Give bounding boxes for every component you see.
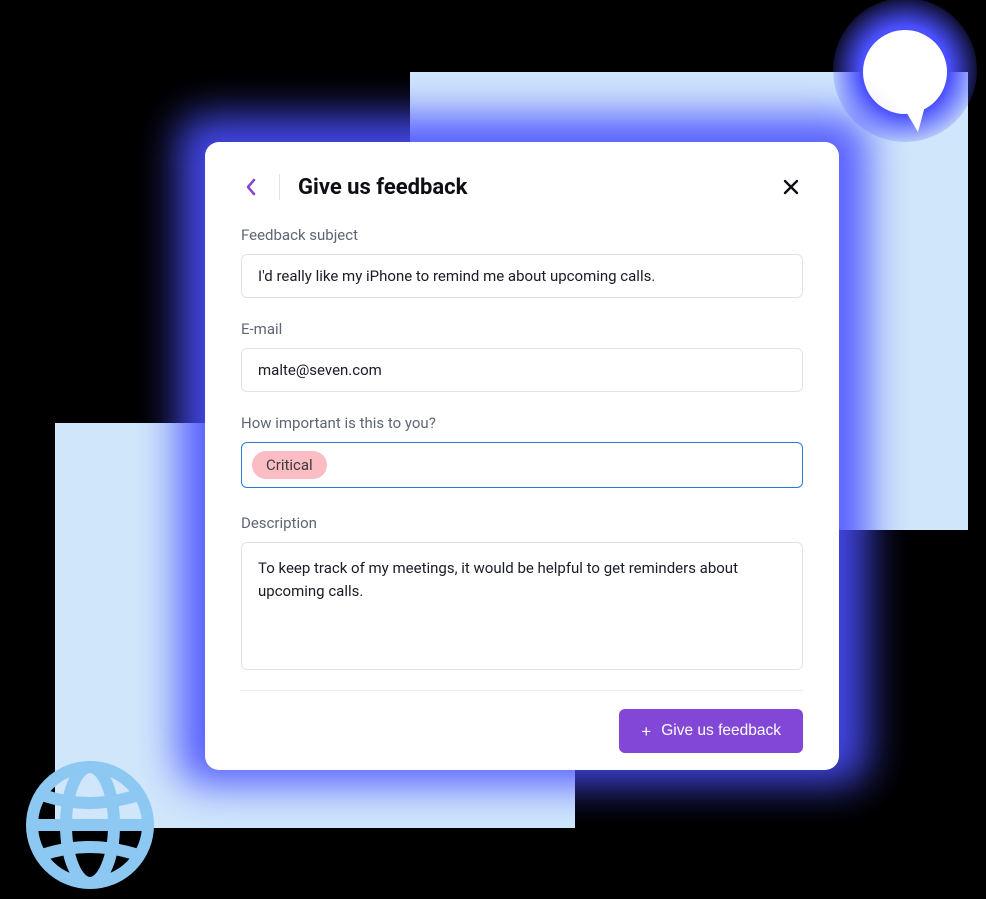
card-header: Give us feedback — [241, 174, 803, 200]
importance-chip: Critical — [252, 451, 327, 479]
back-button[interactable] — [241, 175, 261, 199]
subject-input[interactable] — [241, 254, 803, 298]
footer-divider — [241, 690, 803, 691]
feedback-card: Give us feedback Feedback subject E-mail… — [205, 142, 839, 770]
header-divider — [279, 174, 280, 200]
chevron-left-icon — [245, 178, 257, 196]
page-title: Give us feedback — [298, 175, 761, 200]
description-label: Description — [241, 514, 803, 532]
email-input[interactable] — [241, 348, 803, 392]
description-textarea[interactable] — [241, 542, 803, 670]
plus-icon: + — [641, 723, 651, 740]
close-icon — [783, 179, 799, 195]
subject-label: Feedback subject — [241, 226, 803, 244]
globe-icon — [20, 755, 160, 895]
card-footer: + Give us feedback — [241, 709, 803, 753]
email-label: E-mail — [241, 320, 803, 338]
submit-button-label: Give us feedback — [661, 722, 781, 740]
importance-select[interactable]: Critical — [241, 442, 803, 488]
close-button[interactable] — [779, 175, 803, 199]
importance-label: How important is this to you? — [241, 414, 803, 432]
submit-feedback-button[interactable]: + Give us feedback — [619, 709, 803, 753]
